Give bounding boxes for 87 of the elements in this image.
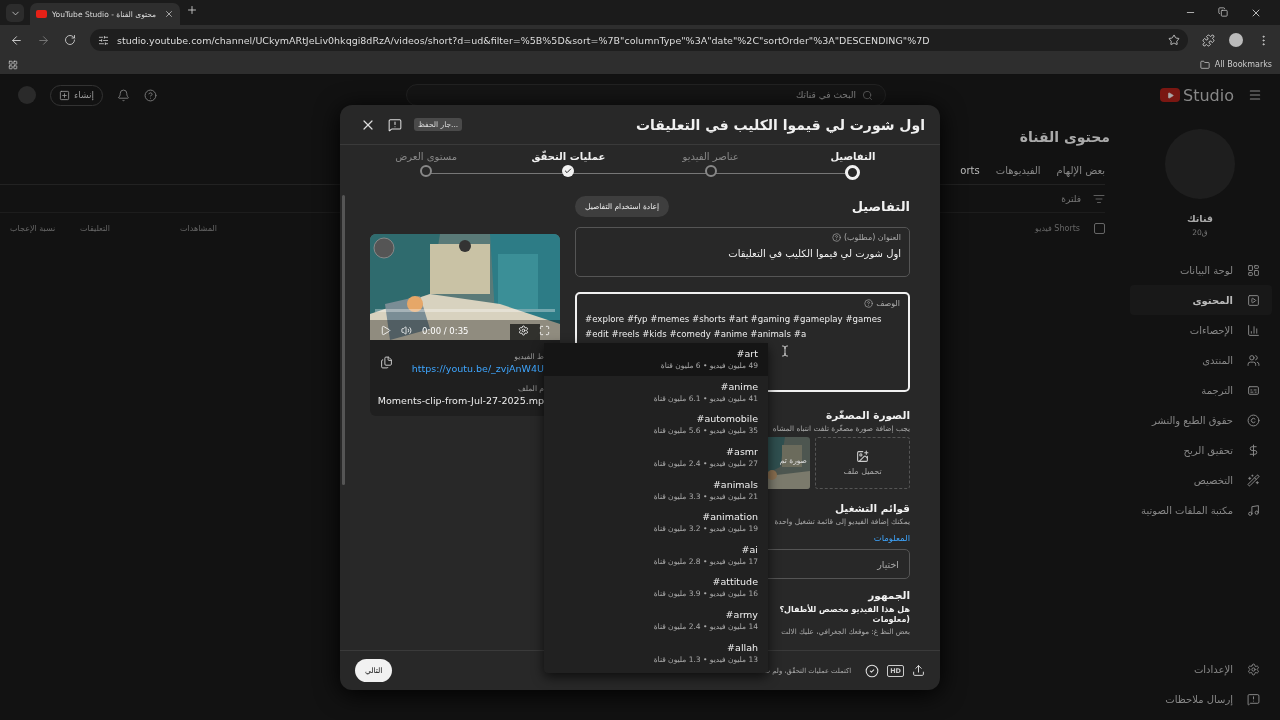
youtube-icon: [36, 10, 47, 18]
playlists-title: قوائم التشغيل: [835, 502, 910, 514]
people-icon: [1247, 353, 1260, 367]
description-value: #explore #fyp #memes #shorts #art #gaming #gameplay #games #edit #reels #kids #comedy #anime #animals #a: [585, 313, 883, 341]
text-cursor-icon: [779, 345, 791, 357]
tab-search-button[interactable]: [6, 4, 24, 22]
image-plus-icon: [856, 450, 869, 463]
nav-item[interactable]: الإعدادات: [1130, 654, 1272, 684]
field-label: العنوان (مطلوب): [843, 233, 901, 242]
reload-icon[interactable]: [64, 34, 76, 46]
bell-icon[interactable]: [117, 88, 130, 102]
help-icon[interactable]: [831, 233, 841, 242]
step-label[interactable]: مستوى العرض: [395, 151, 457, 162]
video-link[interactable]: https://youtu.be/_zvjAnW4U: [411, 363, 544, 374]
youtube-logo-icon: [1160, 88, 1181, 102]
nav-item[interactable]: إرسال ملاحظات: [1130, 684, 1272, 714]
search-icon: [862, 89, 873, 101]
dashboard-icon: [1247, 263, 1260, 277]
copy-icon[interactable]: [380, 356, 393, 369]
extensions-icon[interactable]: [1202, 33, 1215, 47]
play-icon[interactable]: [380, 325, 391, 336]
step-label[interactable]: عمليات التحقّق: [531, 151, 606, 162]
create-icon: [59, 89, 70, 101]
help-icon[interactable]: [864, 299, 874, 308]
settings-icon[interactable]: [518, 325, 529, 336]
close-icon[interactable]: [164, 9, 174, 19]
upload-thumbnail-button[interactable]: تحميل ملف: [815, 437, 910, 489]
restore-icon[interactable]: [1218, 7, 1228, 17]
step-label[interactable]: عناصر الفيديو: [682, 151, 739, 162]
info-link[interactable]: المعلومات: [873, 533, 910, 543]
dialog-title: اول شورت لي قيموا الكليب في التعليقات: [635, 116, 925, 133]
channel-name: قناتك: [1186, 213, 1214, 224]
video-icon: [1247, 293, 1260, 307]
wand-icon: [1247, 473, 1260, 487]
settings-icon: [1247, 662, 1260, 676]
close-icon[interactable]: [1250, 7, 1262, 19]
column-header: فيديو Shorts: [1035, 223, 1080, 233]
fullscreen-icon[interactable]: [539, 325, 550, 336]
feedback-icon[interactable]: [388, 117, 402, 132]
bookmarks-folder[interactable]: All Bookmarks: [1214, 60, 1272, 69]
back-icon[interactable]: [10, 33, 23, 47]
title-value: اول شورت لي قيموا الكليب في التعليقات: [727, 247, 901, 261]
site-settings-icon: [98, 34, 109, 46]
feedback-icon: [1247, 692, 1260, 706]
content-tab[interactable]: بعض الإلهام: [1056, 165, 1105, 176]
nav-item[interactable]: المنتدى: [1130, 345, 1272, 375]
nav-item[interactable]: الإحصاءات: [1130, 315, 1272, 345]
copyright-icon: [1247, 413, 1260, 427]
subtitles-icon: [1247, 383, 1260, 397]
new-tab-icon[interactable]: [186, 4, 198, 16]
nav-item[interactable]: تحقيق الربح: [1130, 435, 1272, 465]
file-name: Moments-clip-from-Jul-27-2025.mp: [377, 395, 544, 406]
title-field[interactable]: العنوان (مطلوب) اول شورت لي قيموا الكليب في التعليقات: [575, 227, 910, 277]
content-tab[interactable]: orts: [960, 165, 980, 176]
music-icon: [1247, 503, 1260, 517]
nav-item[interactable]: حقوق الطبع والنشر: [1130, 405, 1272, 435]
nav-item[interactable]: المحتوى: [1130, 285, 1272, 315]
section-title: التفاصيل: [851, 198, 910, 214]
help-icon[interactable]: [144, 88, 157, 102]
studio-logo[interactable]: Studio: [1183, 85, 1234, 105]
nav-item[interactable]: لوحة البيانات: [1130, 255, 1272, 285]
profile-avatar[interactable]: [1229, 33, 1243, 47]
nav-item[interactable]: مكتبة الملفات الصوتية: [1130, 495, 1272, 525]
video-time: 0:00 / 0:35: [422, 325, 469, 336]
step-label[interactable]: التفاصيل: [830, 151, 876, 162]
thumbnail-title: الصورة المصغّرة: [826, 409, 910, 421]
forward-icon[interactable]: [37, 33, 50, 47]
field-label: الوصف: [876, 299, 900, 308]
apps-icon[interactable]: [8, 59, 18, 70]
select-all-checkbox[interactable]: [1094, 222, 1105, 234]
kids-question: هل هذا الفيديو مخصص للأطفال؟ (معلومات: [778, 605, 910, 625]
address-bar[interactable]: studio.youtube.com/channel/UCkymARtJeLiv0hkqgi8dRzA/videos/short?d=ud&filter=%5B%5D&sort=%7B"columnType"%3A"date"%2C"sortOrder"%3A"DESCENDING"%7D: [90, 29, 1188, 51]
folder-icon: [1199, 59, 1210, 70]
nav-item[interactable]: التخصيص: [1130, 465, 1272, 495]
page-title: محتوى القناة: [1019, 129, 1110, 145]
upload-icon[interactable]: [912, 664, 925, 677]
filter-icon[interactable]: [1093, 192, 1105, 205]
audience-title: الجمهور: [868, 589, 910, 601]
content-tab[interactable]: الفيديوهات: [995, 165, 1041, 176]
search-field[interactable]: البحث في قناتك: [406, 84, 886, 106]
check-circle-icon[interactable]: [865, 663, 880, 678]
volume-icon[interactable]: [401, 325, 412, 336]
bookmark-star-icon[interactable]: [1168, 34, 1180, 46]
nav-item[interactable]: الترجمة: [1130, 375, 1272, 405]
chart-icon: [1247, 323, 1260, 337]
dollar-icon: [1247, 443, 1260, 457]
filter-field[interactable]: فلترة: [1061, 193, 1081, 204]
